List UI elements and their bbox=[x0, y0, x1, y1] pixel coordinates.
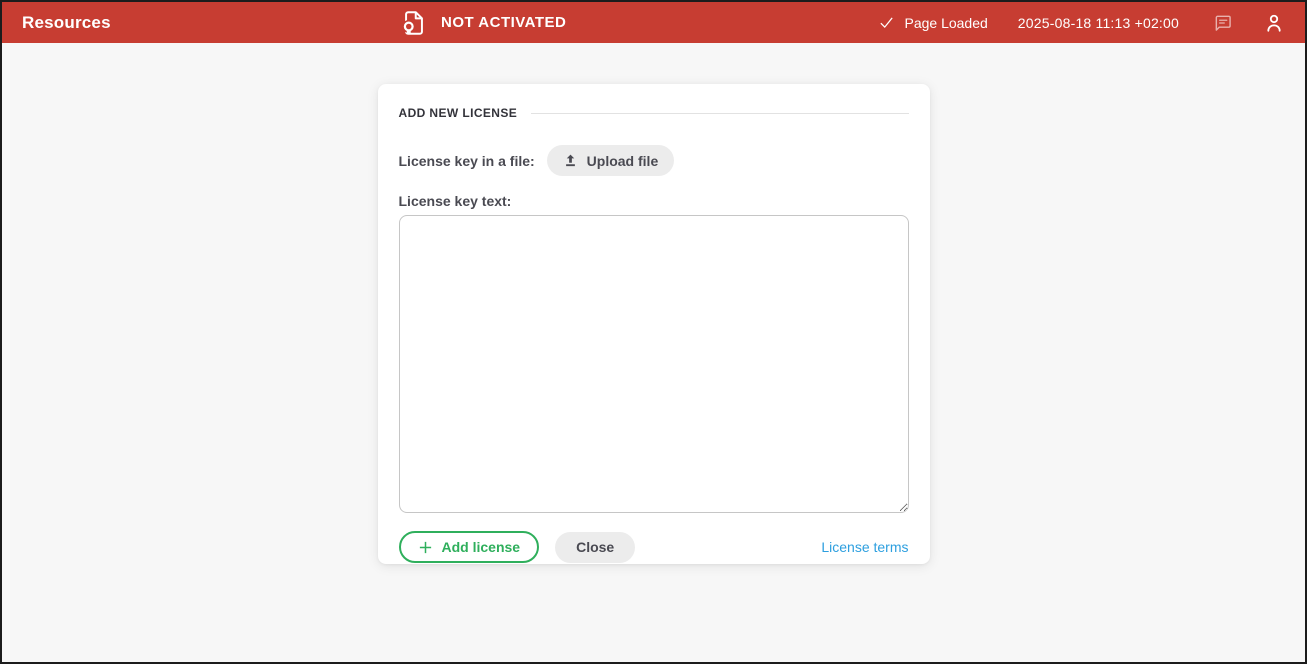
user-icon bbox=[1263, 12, 1285, 34]
page-loaded-label: Page Loaded bbox=[904, 15, 987, 31]
activation-status-text: NOT ACTIVATED bbox=[441, 14, 566, 31]
add-license-button[interactable]: Add license bbox=[399, 531, 540, 563]
license-key-textarea[interactable] bbox=[399, 215, 909, 513]
upload-icon bbox=[563, 153, 578, 168]
license-file-label: License key in a file: bbox=[399, 153, 535, 169]
card-footer-row: Add license Close License terms bbox=[399, 531, 909, 563]
title-divider bbox=[531, 113, 908, 114]
license-terms-link[interactable]: License terms bbox=[821, 539, 908, 555]
timestamp: 2025-08-18 11:13 +02:00 bbox=[1018, 15, 1179, 31]
main-content: ADD NEW LICENSE License key in a file: U… bbox=[2, 43, 1305, 662]
license-text-label: License key text: bbox=[399, 193, 909, 209]
upload-file-label: Upload file bbox=[587, 153, 659, 169]
add-license-label: Add license bbox=[442, 539, 521, 555]
upload-file-button[interactable]: Upload file bbox=[547, 145, 675, 176]
chat-icon bbox=[1213, 13, 1233, 33]
header-right-group: Page Loaded 2025-08-18 11:13 +02:00 bbox=[878, 12, 1285, 34]
license-document-badge-icon bbox=[400, 9, 428, 37]
chat-button[interactable] bbox=[1213, 13, 1233, 33]
license-file-row: License key in a file: Upload file bbox=[399, 145, 909, 176]
card-title: ADD NEW LICENSE bbox=[399, 106, 518, 120]
page-loaded-status: Page Loaded bbox=[878, 14, 987, 31]
activation-status-group: NOT ACTIVATED bbox=[400, 2, 566, 43]
user-button[interactable] bbox=[1263, 12, 1285, 34]
app-header: Resources NOT ACTIVATED Page Loaded 2025… bbox=[2, 2, 1305, 43]
card-title-row: ADD NEW LICENSE bbox=[399, 106, 909, 120]
page-title: Resources bbox=[22, 13, 111, 33]
check-icon bbox=[878, 14, 895, 31]
add-license-card: ADD NEW LICENSE License key in a file: U… bbox=[378, 84, 930, 564]
close-button[interactable]: Close bbox=[555, 532, 635, 563]
plus-icon bbox=[418, 540, 433, 555]
